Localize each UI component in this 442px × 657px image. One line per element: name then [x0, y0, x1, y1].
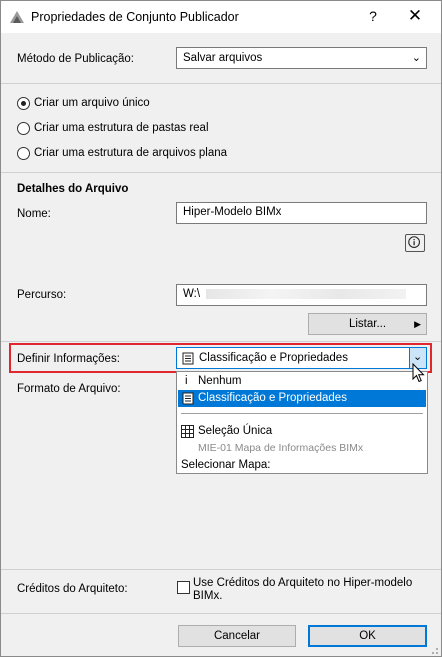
select-map-label: Selecionar Mapa:: [181, 459, 271, 471]
dropdown-select-map[interactable]: Selecionar Mapa:: [178, 457, 426, 474]
define-info-value: Classificação e Propriedades: [199, 352, 348, 364]
cancel-button[interactable]: Cancelar: [178, 625, 296, 647]
architect-credits-label: Créditos do Arquiteto:: [17, 583, 128, 595]
info-icon: i: [185, 375, 188, 387]
path-input[interactable]: W:\: [176, 284, 427, 306]
map-item-label: MIE-01 Mapa de Informações BIMx: [198, 442, 364, 454]
radio-real-folders-label[interactable]: Criar uma estrutura de pastas real: [34, 122, 209, 134]
architect-credits-checkbox[interactable]: [177, 581, 190, 594]
grid-icon: [181, 425, 194, 438]
publish-method-value: Salvar arquivos: [183, 52, 263, 64]
dropdown-item-none-label: Nenhum: [198, 375, 242, 387]
separator: [1, 341, 441, 342]
radio-real-folders[interactable]: [17, 122, 30, 135]
separator: [1, 613, 441, 614]
define-info-dropdown: i Nenhum Classificação e Propriedades Se…: [176, 371, 428, 474]
document-icon: [182, 392, 194, 405]
dropdown-map-item: MIE-01 Mapa de Informações BIMx: [178, 440, 426, 457]
radio-single-file[interactable]: [17, 97, 30, 110]
architect-credits-checkbox-label[interactable]: Use Créditos do Arquiteto no Hiper-model…: [193, 577, 429, 603]
title-bar[interactable]: Propriedades de Conjunto Publicador ? ✕: [1, 1, 441, 33]
app-icon: [10, 11, 24, 23]
info-button[interactable]: [405, 234, 425, 252]
dialog-window: Propriedades de Conjunto Publicador ? ✕ …: [0, 0, 442, 657]
publish-method-select[interactable]: Salvar arquivos ⌄: [176, 47, 427, 69]
info-icon: [408, 236, 420, 248]
define-info-label: Definir Informações:: [17, 353, 120, 365]
file-details-heading: Detalhes do Arquivo: [17, 183, 129, 195]
publish-method-label: Método de Publicação:: [17, 53, 134, 65]
radio-single-file-label[interactable]: Criar um arquivo único: [34, 97, 150, 109]
dropdown-single-selection[interactable]: Seleção Única: [178, 423, 426, 440]
separator: [1, 83, 441, 84]
chevron-down-icon: ⌄: [413, 351, 423, 363]
separator: [1, 172, 441, 173]
document-icon: [182, 352, 194, 365]
redacted-path: [206, 288, 407, 299]
radio-flat-structure-label[interactable]: Criar uma estrutura de arquivos plana: [34, 147, 227, 159]
name-label: Nome:: [17, 208, 51, 220]
chevron-right-icon: ▶: [414, 319, 421, 329]
single-selection-label: Seleção Única: [198, 425, 273, 437]
dropdown-item-none[interactable]: i Nenhum: [178, 373, 426, 390]
close-button[interactable]: ✕: [405, 6, 425, 26]
name-input[interactable]: Hiper-Modelo BIMx: [176, 202, 427, 224]
chevron-down-icon: ⌄: [411, 52, 421, 64]
help-button[interactable]: ?: [365, 8, 381, 24]
list-button[interactable]: Listar... ▶: [308, 313, 427, 335]
path-value: W:\: [183, 288, 201, 300]
resize-grip-icon[interactable]: [427, 643, 439, 655]
mouse-cursor-icon: [412, 363, 425, 383]
dropdown-separator: [181, 413, 423, 414]
define-info-select[interactable]: Classificação e Propriedades ⌄: [176, 347, 427, 369]
file-format-label: Formato de Arquivo:: [17, 383, 121, 395]
path-label: Percurso:: [17, 289, 67, 301]
ok-button[interactable]: OK: [308, 625, 427, 647]
dropdown-item-classification[interactable]: Classificação e Propriedades: [178, 390, 426, 407]
radio-flat-structure[interactable]: [17, 147, 30, 160]
window-title: Propriedades de Conjunto Publicador: [31, 10, 239, 24]
list-button-label: Listar...: [348, 318, 387, 330]
dropdown-item-classification-label: Classificação e Propriedades: [198, 392, 347, 404]
separator: [1, 569, 441, 570]
